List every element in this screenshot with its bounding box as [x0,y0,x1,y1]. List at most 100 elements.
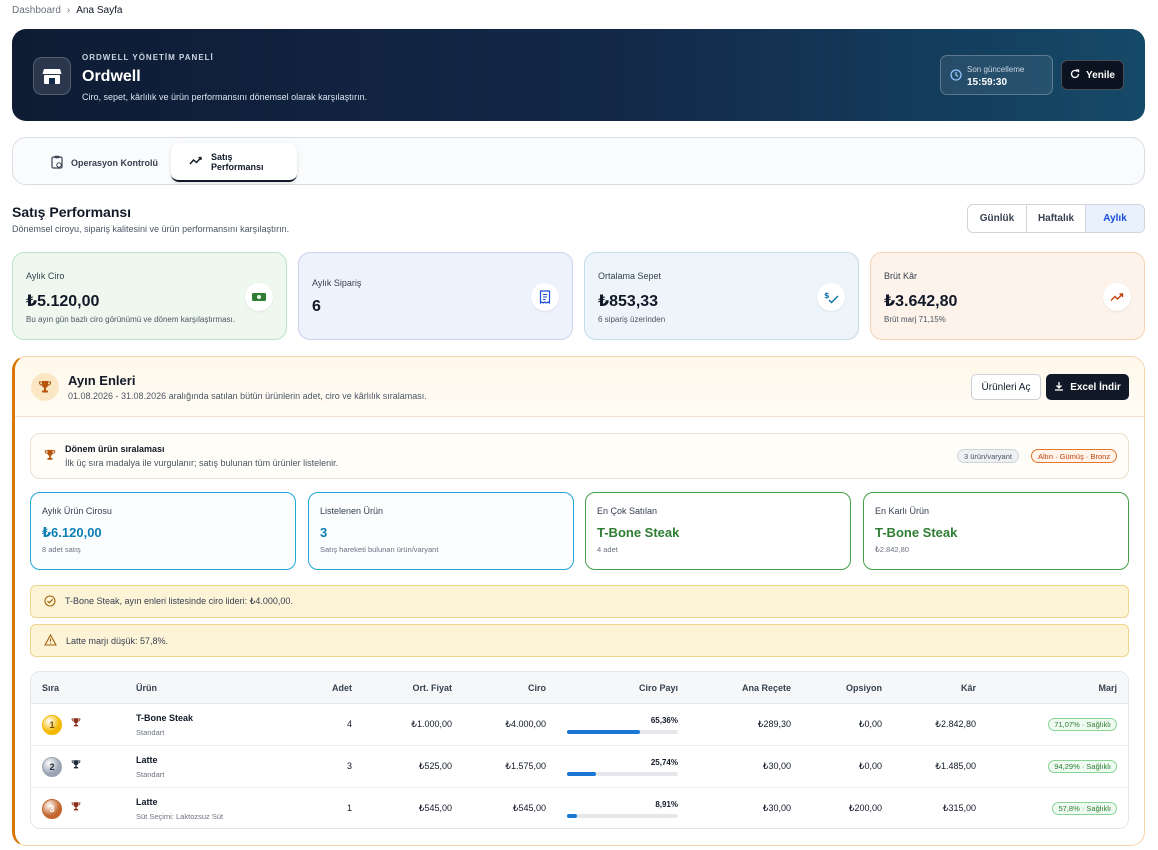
product-name: Latte [136,755,158,765]
period-selector: Günlük Haftalık Aylık [967,204,1145,233]
cell-main-recipe: ₺289,30 [757,719,791,729]
trophy-icon [71,759,81,772]
alert-revenue-leader: T-Bone Steak, ayın enleri listesinde cir… [30,585,1129,618]
table-row[interactable]: 2 Latte Standart 3 ₺525,00 ₺1.575,00 25,… [31,746,1128,788]
stat-label: En Çok Satılan [597,506,658,516]
cell-profit: ₺315,00 [942,803,976,813]
hero-kicker: ORDWELL YÖNETİM PANELİ [82,53,214,62]
clipboard-icon [51,155,63,171]
trophy-icon [44,449,56,464]
kpi-card-monthly-orders: Aylık Sipariş 6 [298,252,573,340]
col-rank: Sıra [42,683,60,693]
chevron-right-icon: › [66,5,71,16]
excel-download-button[interactable]: Excel İndir [1046,374,1129,400]
col-product: Ürün [136,683,157,693]
ranking-info-box: Dönem ürün sıralaması İlk üç sıra madaly… [30,433,1129,479]
warning-icon [44,633,57,648]
ranking-title: Dönem ürün sıralaması [65,444,165,454]
cell-option: ₺200,00 [848,803,882,813]
cell-revenue: ₺4.000,00 [505,719,546,729]
section-subtitle: Dönemsel ciroyu, sipariş kalitesini ve ü… [12,224,290,234]
product-variant: Standart [136,728,165,737]
cell-avg-price: ₺545,00 [418,803,452,813]
product-ranking-table: Sıra Ürün Adet Ort. Fiyat Ciro Ciro Payı… [30,671,1129,829]
stat-value: T-Bone Steak [597,525,680,540]
download-icon [1054,381,1064,394]
product-variant: Standart [136,770,165,779]
tab-operations-label: Operasyon Kontrolü [71,157,159,168]
dashboard-hero: ORDWELL YÖNETİM PANELİ Ordwell Ciro, sep… [12,29,1145,121]
open-products-button[interactable]: Ürünleri Aç [971,374,1041,400]
revenue-share-fill [567,772,596,776]
cell-option: ₺0,00 [858,719,882,729]
top-products-panel: Ayın Enleri 01.08.2026 - 31.08.2026 aral… [12,356,1145,846]
kpi-note: 6 sipariş üzerinden [598,315,666,324]
revenue-share-bar [567,772,678,776]
table-header: Sıra Ürün Adet Ort. Fiyat Ciro Ciro Payı… [31,672,1128,704]
stat-label: En Karlı Ürün [875,506,930,516]
col-main-recipe: Ana Reçete [741,683,791,693]
cell-main-recipe: ₺30,00 [762,803,791,813]
kpi-label: Aylık Ciro [26,271,65,281]
cell-qty: 3 [346,761,352,771]
revenue-share-fill [567,814,577,818]
cell-qty: 1 [346,803,352,813]
cell-revenue-share: 25,74% [650,758,678,767]
revenue-share-bar [567,730,678,734]
check-circle-icon [44,594,56,609]
stat-value: T-Bone Steak [875,525,958,540]
kpi-value: 6 [312,298,321,315]
margin-badge: 57,8% · Sağlıklı [1052,802,1117,815]
col-qty: Adet [332,683,352,693]
section-title: Satış Performansı [12,204,132,220]
kpi-label: Brüt Kâr [884,271,918,281]
tab-sales-performance-label: Satış Performansı [211,151,264,172]
bronze-medal: 3 [42,799,62,819]
revenue-share-fill [567,730,640,734]
cell-avg-price: ₺525,00 [418,761,452,771]
stat-card-most-profitable: En Karlı Ürün T-Bone Steak ₺2.842,80 [863,492,1129,570]
col-profit: Kâr [960,683,976,693]
store-icon [33,57,71,95]
alert-text: Latte marjı düşük: 57,8%. [66,635,169,646]
cell-main-recipe: ₺30,00 [762,761,791,771]
stat-label: Aylık Ürün Cirosu [42,506,112,516]
product-name: Latte [136,797,158,807]
cell-revenue-share: 8,91% [655,800,678,809]
cell-profit: ₺1.485,00 [935,761,976,771]
cell-revenue: ₺1.575,00 [505,761,546,771]
table-row[interactable]: 3 Latte Süt Seçimi: Laktozsuz Süt 1 ₺545… [31,788,1128,828]
svg-text:$: $ [824,291,830,300]
stat-note: 4 adet [597,545,618,554]
breadcrumb-current: Ana Sayfa [76,5,123,16]
table-row[interactable]: 1 T-Bone Steak Standart 4 ₺1.000,00 ₺4.0… [31,704,1128,746]
stat-note: 8 adet satış [42,545,81,554]
medal-legend-badge: Altın · Gümüş · Bronz [1031,449,1118,463]
kpi-value: ₺853,33 [598,293,659,310]
kpi-card-monthly-revenue: Aylık Ciro ₺5.120,00 Bu ayın gün bazlı c… [12,252,287,340]
alert-text: T-Bone Steak, ayın enleri listesinde cir… [65,596,293,606]
refresh-label: Yenile [1086,69,1115,81]
last-update-box: Son güncelleme 15:59:30 [940,55,1053,95]
product-variant: Süt Seçimi: Laktozsuz Süt [136,812,224,821]
product-name: T-Bone Steak [136,713,194,723]
tab-operations[interactable]: Operasyon Kontrolü [33,143,176,182]
stat-card-best-seller: En Çok Satılan T-Bone Steak 4 adet [585,492,851,570]
stat-card-product-revenue: Aylık Ürün Cirosu ₺6.120,00 8 adet satış [30,492,296,570]
refresh-button[interactable]: Yenile [1061,60,1124,90]
period-monthly-button[interactable]: Aylık [1086,205,1144,232]
breadcrumb-root[interactable]: Dashboard [12,5,61,16]
clock-icon [950,69,962,84]
period-weekly-button[interactable]: Haftalık [1027,205,1086,232]
main-tabs: Operasyon Kontrolü Satış Performansı [12,137,1145,185]
tab-sales-performance[interactable]: Satış Performansı [171,143,297,182]
cash-icon [245,283,273,311]
product-count-badge: 3 ürün/varyant [957,449,1019,463]
receipt-icon [531,283,559,311]
cell-qty: 4 [346,719,352,729]
last-update-time: 15:59:30 [967,77,1008,88]
col-option: Opsiyon [845,683,882,693]
period-daily-button[interactable]: Günlük [968,205,1027,232]
refresh-icon [1070,68,1080,82]
gold-medal: 1 [42,715,62,735]
